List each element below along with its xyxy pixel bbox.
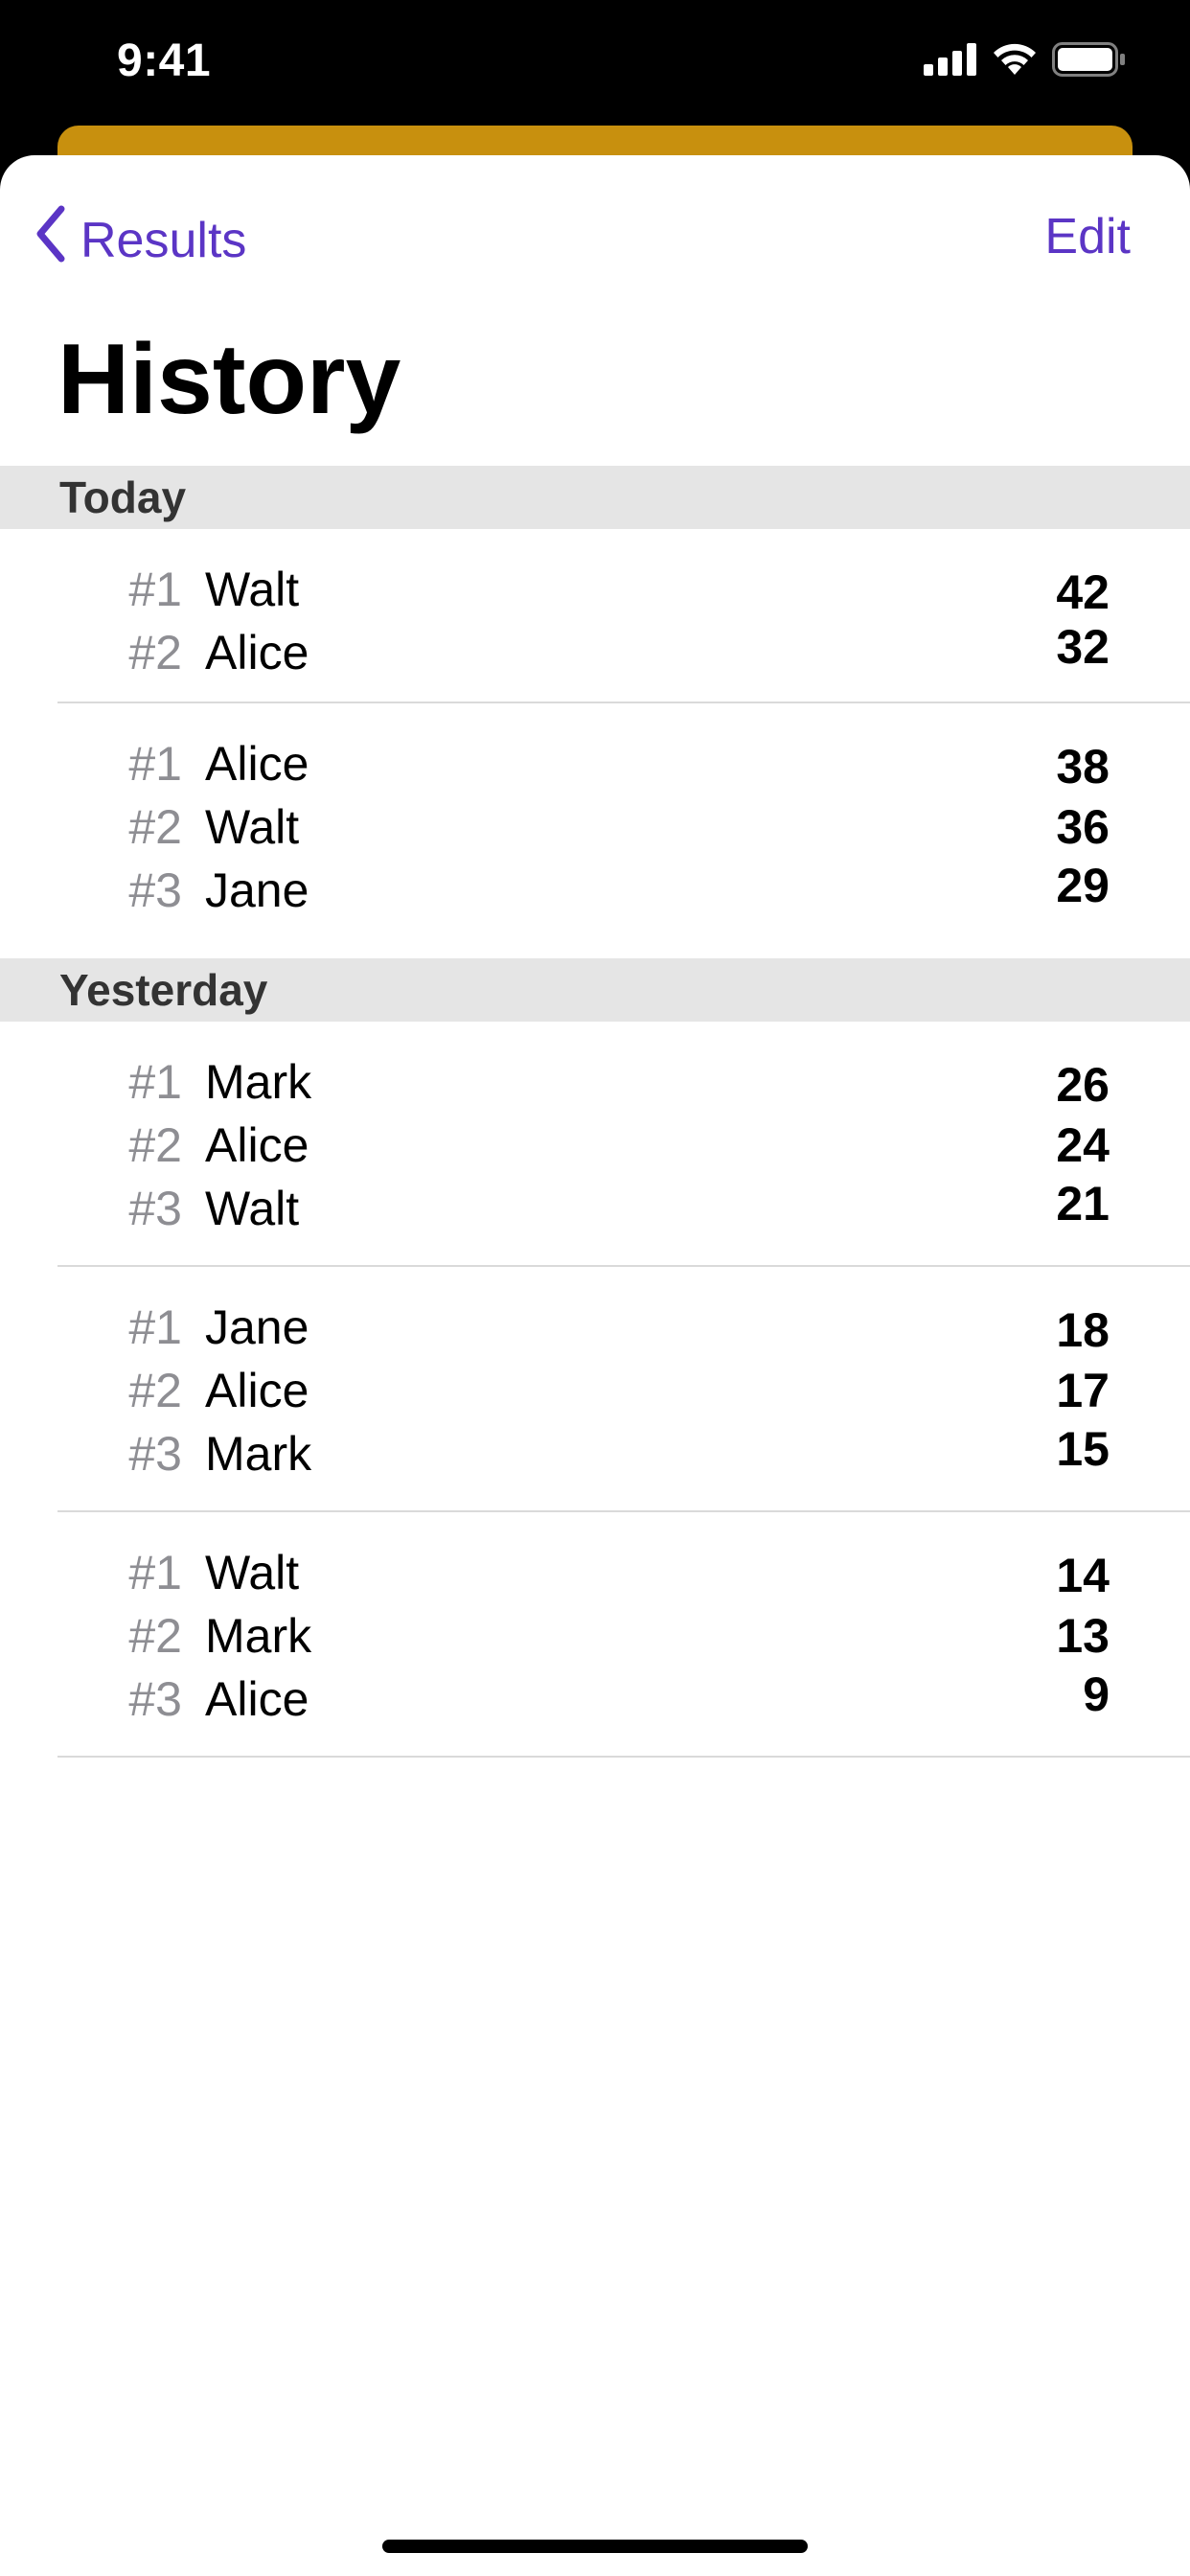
player-score: 36	[1056, 800, 1110, 854]
player-score: 29	[1056, 859, 1110, 912]
player-name: Walt	[205, 563, 300, 616]
player-name: Alice	[205, 737, 309, 791]
player-name: Mark	[205, 1055, 312, 1109]
player-row: #2 Alice 24	[0, 1114, 1190, 1177]
status-bar: 9:41	[0, 0, 1190, 125]
player-score: 14	[1056, 1549, 1110, 1602]
player-name: Alice	[205, 1672, 309, 1726]
player-name: Alice	[205, 626, 309, 679]
rank-label: #1	[128, 1055, 182, 1109]
game-entry[interactable]: #1 Walt 14 #2 Mark 13 #3 Alice 9	[0, 1512, 1190, 1758]
player-score: 9	[1083, 1668, 1110, 1721]
game-entry[interactable]: #1 Mark 26 #2 Alice 24 #3 Walt 21	[0, 1022, 1190, 1267]
edit-button[interactable]: Edit	[1044, 208, 1131, 265]
rank-label: #3	[128, 1182, 182, 1235]
player-row: #1 Jane 18	[0, 1296, 1190, 1359]
rank-label: #2	[128, 800, 182, 854]
player-name: Alice	[205, 1118, 309, 1172]
home-indicator[interactable]	[382, 2540, 808, 2553]
player-row: #1 Walt 42	[0, 558, 1190, 621]
history-sheet: Results Edit History Today #1 Walt 42 #2…	[0, 155, 1190, 2576]
player-score: 17	[1056, 1364, 1110, 1417]
game-entry[interactable]: #1 Jane 18 #2 Alice 17 #3 Mark 15	[0, 1267, 1190, 1512]
player-row: #1 Alice 38	[0, 732, 1190, 795]
chevron-left-icon	[34, 205, 80, 275]
rank-label: #3	[128, 863, 182, 917]
navigation-bar: Results Edit	[0, 155, 1190, 309]
player-name: Jane	[205, 1300, 309, 1354]
player-score: 38	[1056, 740, 1110, 794]
player-row: #3 Jane 29	[0, 859, 1190, 922]
player-name: Walt	[205, 1182, 300, 1235]
rank-label: #3	[128, 1427, 182, 1481]
wifi-icon	[991, 42, 1039, 81]
player-row: #3 Walt 21	[0, 1177, 1190, 1240]
rank-label: #3	[128, 1672, 182, 1726]
game-entry[interactable]: #1 Walt 42 #2 Alice 32	[0, 529, 1190, 703]
game-entry[interactable]: #1 Alice 38 #2 Walt 36 #3 Jane 29	[0, 703, 1190, 949]
player-score: 24	[1056, 1118, 1110, 1172]
player-row: #2 Mark 13	[0, 1604, 1190, 1668]
player-score: 26	[1056, 1058, 1110, 1112]
rank-label: #2	[128, 1364, 182, 1417]
section-header-today: Today	[0, 466, 1190, 529]
rank-label: #2	[128, 1118, 182, 1172]
player-name: Jane	[205, 863, 309, 917]
player-name: Walt	[205, 800, 300, 854]
player-name: Walt	[205, 1546, 300, 1599]
rank-label: #1	[128, 1546, 182, 1599]
player-score: 15	[1056, 1422, 1110, 1476]
player-name: Mark	[205, 1427, 312, 1481]
section-header-yesterday: Yesterday	[0, 958, 1190, 1022]
rank-label: #1	[128, 1300, 182, 1354]
player-row: #3 Alice 9	[0, 1668, 1190, 1731]
cellular-signal-icon	[924, 43, 977, 80]
rank-label: #2	[128, 1609, 182, 1663]
player-row: #1 Mark 26	[0, 1050, 1190, 1114]
player-row: #1 Walt 14	[0, 1541, 1190, 1604]
status-time: 9:41	[117, 35, 212, 86]
page-title: History	[57, 324, 401, 435]
player-name: Mark	[205, 1609, 312, 1663]
player-score: 18	[1056, 1303, 1110, 1357]
player-row: #2 Alice 17	[0, 1359, 1190, 1422]
rank-label: #1	[128, 563, 182, 616]
player-score: 13	[1056, 1609, 1110, 1663]
back-button[interactable]: Results	[34, 205, 246, 275]
player-score: 21	[1056, 1177, 1110, 1230]
back-button-label: Results	[80, 212, 247, 268]
rank-label: #1	[128, 737, 182, 791]
player-row: #3 Mark 15	[0, 1422, 1190, 1485]
player-row: #2 Alice 32	[0, 620, 1190, 684]
status-icons	[924, 42, 1127, 81]
battery-icon	[1052, 42, 1127, 81]
player-name: Alice	[205, 1364, 309, 1417]
player-score: 32	[1056, 620, 1110, 674]
rank-label: #2	[128, 626, 182, 679]
player-row: #2 Walt 36	[0, 795, 1190, 859]
